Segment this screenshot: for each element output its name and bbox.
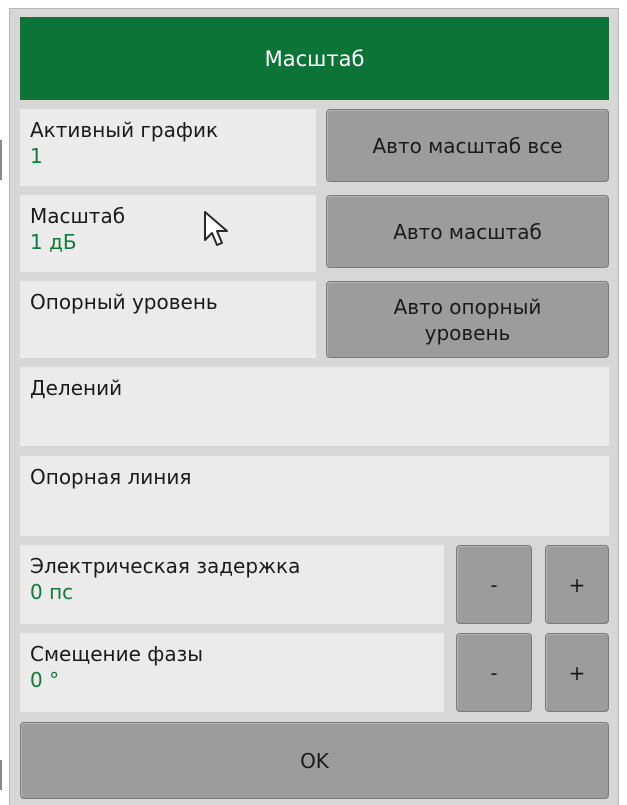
phase-offset-field[interactable]: Смещение фазы 0 ° xyxy=(20,633,444,712)
phase-offset-value: 0 ° xyxy=(30,668,60,692)
ref-level-field[interactable]: Опорный уровень xyxy=(20,281,316,358)
scale-label: Масштаб xyxy=(30,204,126,228)
ref-line-field[interactable]: Опорная линия xyxy=(20,456,609,536)
scale-field[interactable]: Масштаб 1 дБ xyxy=(20,195,316,272)
phase-offset-label: Смещение фазы xyxy=(30,642,204,666)
phase-offset-plus-button[interactable]: + xyxy=(545,633,609,712)
ok-button[interactable]: OK xyxy=(20,722,609,799)
electrical-delay-field[interactable]: Электрическая задержка 0 пс xyxy=(20,545,444,624)
electrical-delay-minus-button[interactable]: - xyxy=(456,545,532,624)
ref-level-label: Опорный уровень xyxy=(30,290,218,314)
phase-offset-minus-button[interactable]: - xyxy=(456,633,532,712)
active-trace-value: 1 xyxy=(30,144,43,168)
electrical-delay-value: 0 пс xyxy=(30,580,74,604)
mouse-pointer-icon xyxy=(204,211,228,246)
auto-scale-button[interactable]: Авто масштаб xyxy=(326,195,609,268)
background-edge xyxy=(0,760,2,790)
dialog-title: Масштаб xyxy=(20,17,609,100)
active-trace-field[interactable]: Активный график 1 xyxy=(20,109,316,186)
electrical-delay-label: Электрическая задержка xyxy=(30,554,301,578)
scale-value: 1 дБ xyxy=(30,230,77,254)
auto-ref-level-button[interactable]: Авто опорный уровень xyxy=(326,281,609,358)
ref-line-label: Опорная линия xyxy=(30,465,192,489)
electrical-delay-plus-button[interactable]: + xyxy=(545,545,609,624)
divisions-label: Делений xyxy=(30,376,123,400)
active-trace-label: Активный график xyxy=(30,118,219,142)
divisions-field[interactable]: Делений xyxy=(20,367,609,446)
background-edge xyxy=(0,140,2,180)
auto-scale-all-button[interactable]: Авто масштаб все xyxy=(326,109,609,182)
